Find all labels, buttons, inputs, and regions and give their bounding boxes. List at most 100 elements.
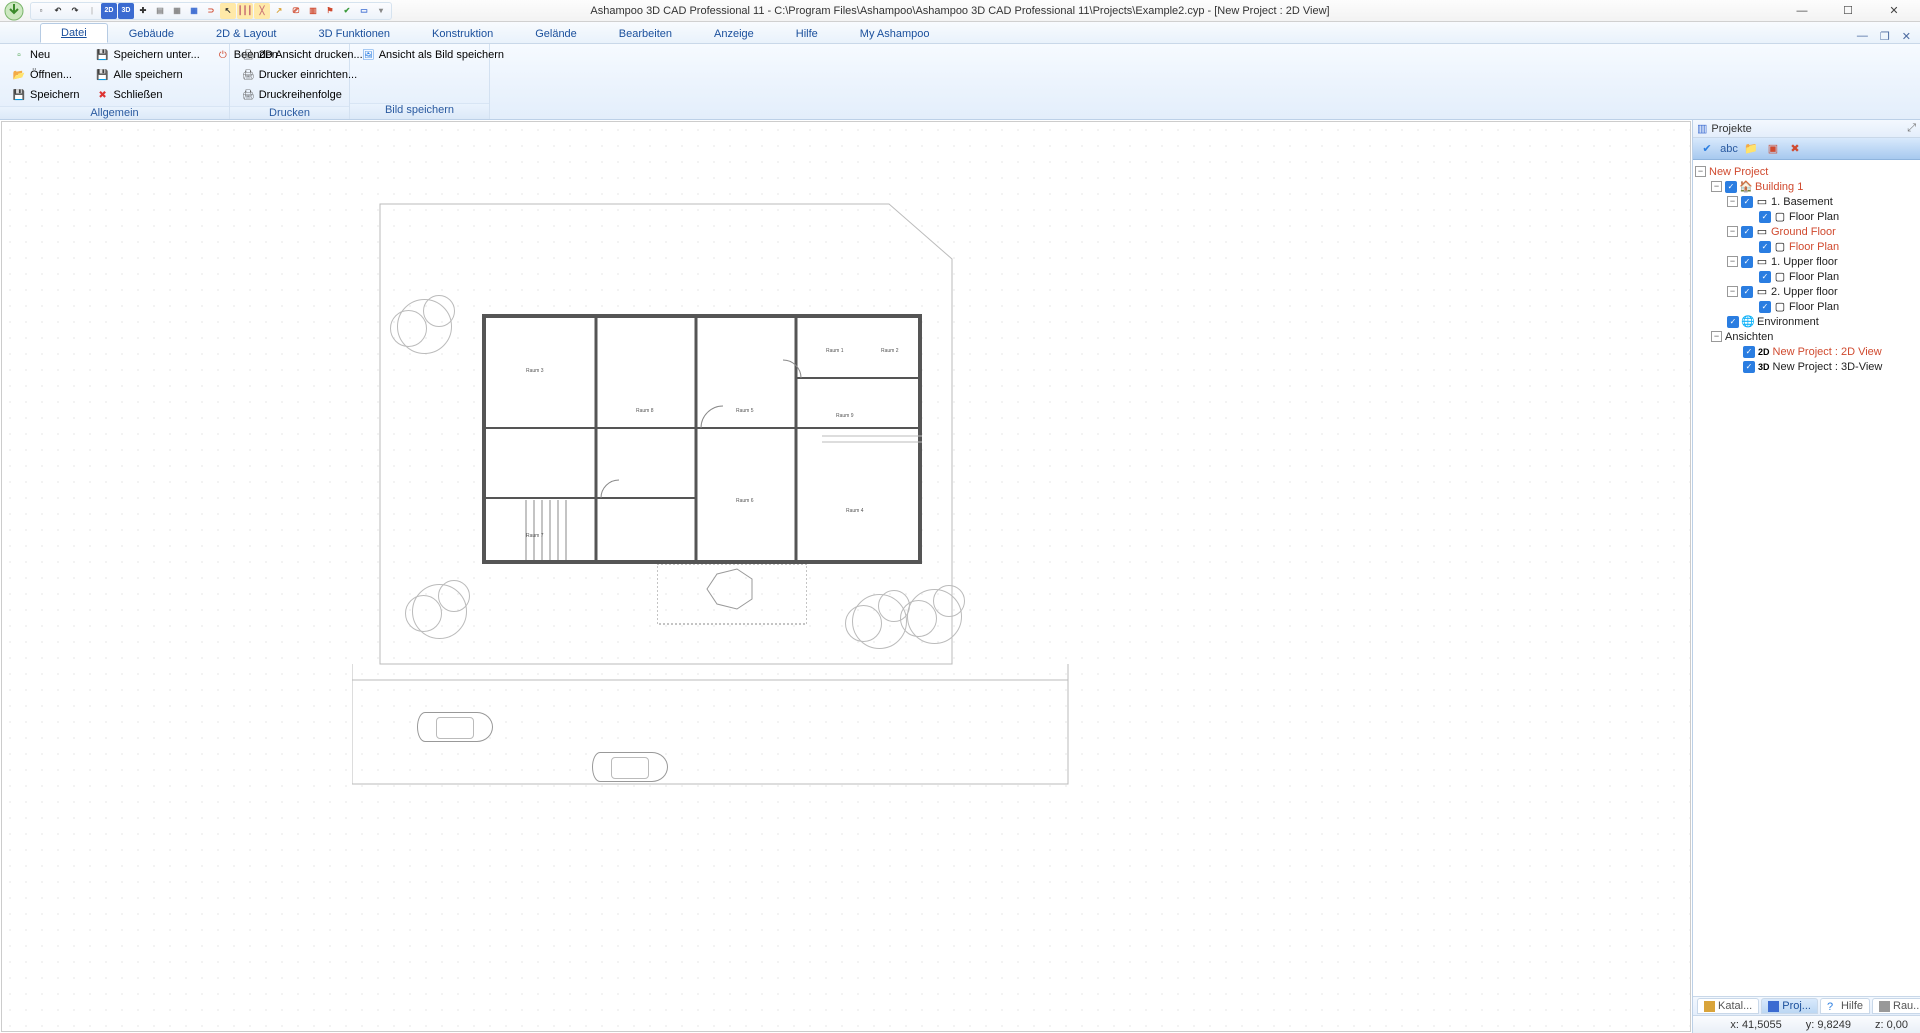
drawing-canvas[interactable]: Raum 3 Raum 8 Raum 5 Raum 1 Raum 2 Raum … [1,121,1691,1032]
tree-view-item[interactable]: ✓ 2D New Project : 2D View [1695,344,1918,359]
tree-floor-plan[interactable]: ✓ ▢ Floor Plan [1695,299,1918,314]
qat-3d-icon[interactable]: 3D [118,3,134,19]
qat-2d-icon[interactable]: 2D [101,3,117,19]
mdi-close-icon[interactable]: ✕ [1899,30,1914,43]
checkbox-icon[interactable]: ✓ [1741,196,1753,208]
panel-folder-icon[interactable]: 📁 [1743,141,1759,157]
tab-gebaeude[interactable]: Gebäude [108,24,195,43]
status-bar: x: 41,5055 y: 9,8249 z: 0,00 [1693,1015,1920,1033]
tab-bearbeiten[interactable]: Bearbeiten [598,24,693,43]
side-tab-hilfe[interactable]: ?Hilfe [1820,998,1870,1014]
qat-dropdown-icon[interactable]: ▾ [373,3,389,19]
ribbon-drucker-einrichten[interactable]: 🖨Drucker einrichten... [238,66,341,84]
ribbon-ansicht-drucken[interactable]: 🖨2D Ansicht drucken... [238,46,341,64]
tree-environment[interactable]: ✓ 🌐 Environment [1695,314,1918,329]
title-bar: ▫ ↶ ↷ | 2D 3D ✚ ▤ ▦ ▦ ⊃ ↖ ┃┃┃ ╳ ↗ ⎚ ▥ ⚑ … [0,0,1920,22]
checkbox-icon[interactable]: ✓ [1743,346,1755,358]
minimize-button[interactable]: — [1788,2,1816,20]
ribbon-druckreihenfolge-label: Druckreihenfolge [259,89,342,101]
checkbox-icon[interactable]: ✓ [1759,271,1771,283]
close-button[interactable]: ✕ [1880,2,1908,20]
tab-3d-funktionen[interactable]: 3D Funktionen [298,24,412,43]
panel-image-icon[interactable]: ▣ [1765,141,1781,157]
checkbox-icon[interactable]: ✓ [1743,361,1755,373]
print-icon: 🖨 [242,48,255,62]
qat-tool1-icon[interactable]: ⎚ [288,3,304,19]
checkbox-icon[interactable]: ✓ [1759,241,1771,253]
qat-list1-icon[interactable]: ▤ [152,3,168,19]
ribbon-speichern-unter-label: Speichern unter... [114,49,200,61]
checkbox-icon[interactable]: ✓ [1725,181,1737,193]
tab-datei[interactable]: Datei [40,23,108,43]
tree-building[interactable]: − ✓ 🏠 Building 1 [1695,179,1918,194]
tree-floor[interactable]: − ✓ ▭ Ground Floor [1695,224,1918,239]
checkbox-icon[interactable]: ✓ [1741,286,1753,298]
tree-floor[interactable]: − ✓ ▭ 2. Upper floor [1695,284,1918,299]
tab-konstruktion[interactable]: Konstruktion [411,24,514,43]
tree-project-root[interactable]: − New Project [1695,164,1918,179]
tree-view-item[interactable]: ✓ 3D New Project : 3D-View [1695,359,1918,374]
tree-floor[interactable]: − ✓ ▭ 1. Basement [1695,194,1918,209]
checkbox-icon[interactable]: ✓ [1741,226,1753,238]
ribbon-speichern-unter[interactable]: 💾Speichern unter... [92,46,204,64]
ribbon-speichern[interactable]: 💾Speichern [8,86,84,104]
ribbon-schliessen[interactable]: ✖Schließen [92,86,204,104]
tab-anzeige[interactable]: Anzeige [693,24,775,43]
qat-new-icon[interactable]: ▫ [33,3,49,19]
room-icon [1879,1001,1890,1012]
ribbon-alle-speichern[interactable]: 💾Alle speichern [92,66,204,84]
qat-cursor-icon[interactable]: ↖ [220,3,236,19]
qat-tool2-icon[interactable]: ▥ [305,3,321,19]
checkbox-icon[interactable]: ✓ [1759,301,1771,313]
tree-icon [907,589,962,644]
tab-my-ashampoo[interactable]: My Ashampoo [839,24,951,43]
expander-icon[interactable]: − [1711,331,1722,342]
ribbon-druckreihenfolge[interactable]: 🖨Druckreihenfolge [238,86,341,104]
tree-floor-plan[interactable]: ✓ ▢ Floor Plan [1695,209,1918,224]
qat-undo-icon[interactable]: ↶ [50,3,66,19]
qat-grid-icon[interactable]: ▦ [186,3,202,19]
ribbon-neu[interactable]: ▫Neu [8,46,84,64]
mdi-minimize-icon[interactable]: — [1854,30,1871,43]
ribbon-oeffnen[interactable]: 📂Öffnen... [8,66,84,84]
tree-view-label: New Project : 2D View [1773,346,1882,358]
expander-icon[interactable]: − [1695,166,1706,177]
qat-redo-icon[interactable]: ↷ [67,3,83,19]
tab-hilfe[interactable]: Hilfe [775,24,839,43]
tree-floor-plan[interactable]: ✓ ▢ Floor Plan [1695,239,1918,254]
mdi-restore-icon[interactable]: ❐ [1877,30,1893,43]
tab-gelaende[interactable]: Gelände [514,24,598,43]
expander-icon[interactable]: − [1727,256,1738,267]
tree-floor[interactable]: − ✓ ▭ 1. Upper floor [1695,254,1918,269]
tree-floor-plan[interactable]: ✓ ▢ Floor Plan [1695,269,1918,284]
side-tab-projekte[interactable]: Proj... [1761,998,1818,1014]
side-tab-raum[interactable]: Rau... [1872,998,1920,1014]
panel-check-icon[interactable]: ✔ [1699,141,1715,157]
checkbox-icon[interactable]: ✓ [1741,256,1753,268]
expander-icon[interactable]: − [1711,181,1722,192]
qat-list2-icon[interactable]: ▦ [169,3,185,19]
qat-magnet-icon[interactable]: ⊃ [203,3,219,19]
panel-rename-icon[interactable]: abc [1721,141,1737,157]
tab-2d-layout[interactable]: 2D & Layout [195,24,298,43]
maximize-button[interactable]: ☐ [1834,2,1862,20]
qat-check-icon[interactable]: ✔ [339,3,355,19]
qat-ruler2-icon[interactable]: ╳ [254,3,270,19]
tree-views-root[interactable]: − Ansichten [1695,329,1918,344]
checkbox-icon[interactable]: ✓ [1727,316,1739,328]
ribbon-als-bild[interactable]: 🖼Ansicht als Bild speichern [358,46,481,64]
expander-icon[interactable]: − [1727,226,1738,237]
qat-ruler1-icon[interactable]: ┃┃┃ [237,3,253,19]
close-doc-icon: ✖ [96,88,110,102]
expander-icon[interactable]: − [1727,196,1738,207]
side-tab-katalog[interactable]: Katal... [1697,998,1759,1014]
qat-cross-icon[interactable]: ✚ [135,3,151,19]
qat-flag-icon[interactable]: ⚑ [322,3,338,19]
qat-arrow-icon[interactable]: ↗ [271,3,287,19]
qat-tool3-icon[interactable]: ▭ [356,3,372,19]
checkbox-icon[interactable]: ✓ [1759,211,1771,223]
panel-delete-icon[interactable]: ✖ [1787,141,1803,157]
pin-icon[interactable]: ⤢ [1907,122,1916,135]
expander-icon[interactable]: − [1727,286,1738,297]
ribbon-neu-label: Neu [30,49,50,61]
